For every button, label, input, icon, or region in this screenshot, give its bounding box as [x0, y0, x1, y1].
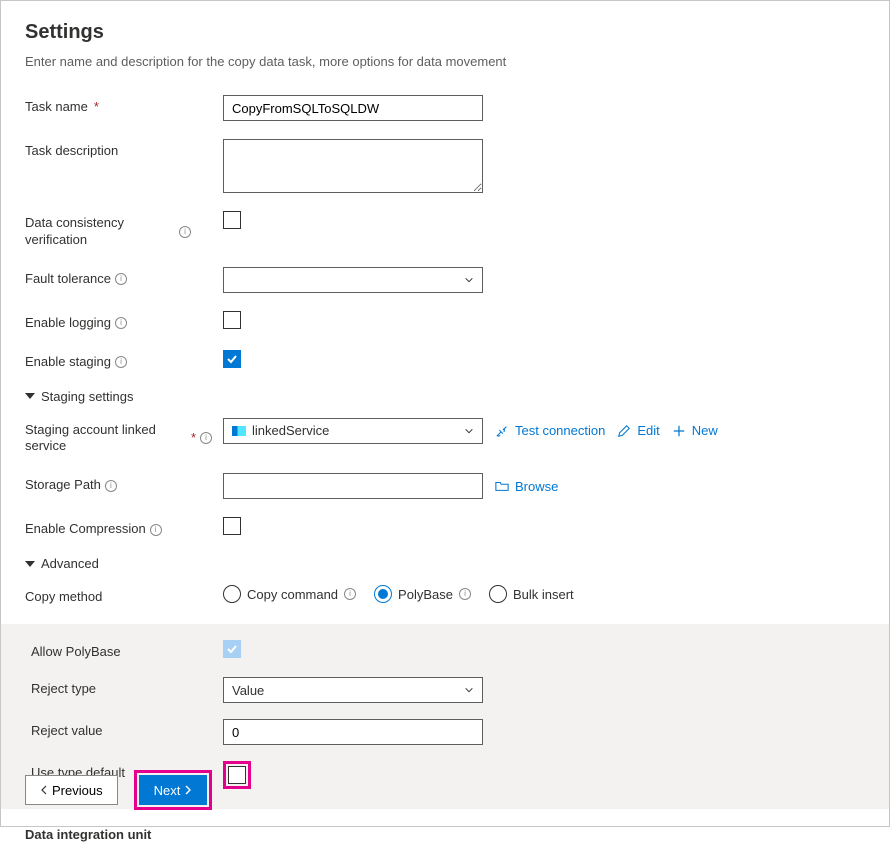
- task-description-input[interactable]: [223, 139, 483, 193]
- storage-path-input[interactable]: [223, 473, 483, 499]
- copy-method-label: Copy method: [25, 585, 223, 606]
- chevron-down-icon: [464, 426, 474, 436]
- copy-command-radio-label: Copy command: [247, 587, 338, 602]
- highlight-box: [223, 761, 251, 789]
- info-icon[interactable]: i: [115, 317, 127, 329]
- staging-linked-service-label: Staging account linked service * i: [25, 418, 223, 456]
- next-button[interactable]: Next: [139, 775, 208, 805]
- caret-down-icon: [25, 393, 35, 399]
- reject-value-label: Reject value: [25, 719, 223, 740]
- reject-value-input[interactable]: [223, 719, 483, 745]
- info-icon[interactable]: i: [344, 588, 356, 600]
- fault-tolerance-label: Fault tolerance i: [25, 267, 223, 288]
- reject-type-label: Reject type: [25, 677, 223, 698]
- enable-staging-checkbox[interactable]: [223, 350, 241, 368]
- bulk-insert-radio[interactable]: [489, 585, 507, 603]
- allow-polybase-label: Allow PolyBase: [25, 640, 223, 661]
- reject-type-select[interactable]: Value: [223, 677, 483, 703]
- info-icon[interactable]: i: [115, 356, 127, 368]
- task-name-label: Task name*: [25, 95, 223, 116]
- task-name-input[interactable]: [223, 95, 483, 121]
- polybase-radio[interactable]: [374, 585, 392, 603]
- check-icon: [226, 643, 238, 655]
- enable-logging-label: Enable logging i: [25, 311, 223, 332]
- info-icon[interactable]: i: [459, 588, 471, 600]
- previous-button[interactable]: Previous: [25, 775, 118, 805]
- info-icon[interactable]: i: [200, 432, 212, 444]
- storage-path-label: Storage Path i: [25, 473, 223, 494]
- folder-icon: [495, 479, 509, 493]
- plus-icon: [672, 424, 686, 438]
- task-description-label: Task description: [25, 139, 223, 160]
- data-consistency-checkbox[interactable]: [223, 211, 241, 229]
- staging-linked-service-select[interactable]: linkedService: [223, 418, 483, 444]
- info-icon[interactable]: i: [150, 524, 162, 536]
- check-icon: [226, 353, 238, 365]
- enable-staging-label: Enable staging i: [25, 350, 223, 371]
- enable-compression-checkbox[interactable]: [223, 517, 241, 535]
- chevron-left-icon: [40, 785, 48, 795]
- allow-polybase-checkbox: [223, 640, 241, 658]
- info-icon[interactable]: i: [179, 226, 191, 238]
- caret-down-icon: [25, 561, 35, 567]
- copy-command-radio[interactable]: [223, 585, 241, 603]
- linked-service-icon: [232, 426, 246, 436]
- edit-button[interactable]: Edit: [617, 423, 659, 438]
- footer: Previous Next: [25, 770, 212, 810]
- required-marker: *: [94, 99, 99, 116]
- chevron-right-icon: [184, 785, 192, 795]
- use-type-default-checkbox[interactable]: [228, 766, 246, 784]
- polybase-radio-label: PolyBase: [398, 587, 453, 602]
- bulk-insert-radio-label: Bulk insert: [513, 587, 574, 602]
- info-icon[interactable]: i: [115, 273, 127, 285]
- staging-settings-toggle[interactable]: Staging settings: [25, 389, 865, 404]
- test-connection-button[interactable]: Test connection: [495, 423, 605, 438]
- browse-button[interactable]: Browse: [495, 479, 558, 494]
- fault-tolerance-select[interactable]: [223, 267, 483, 293]
- enable-logging-checkbox[interactable]: [223, 311, 241, 329]
- highlight-box: Next: [134, 770, 213, 810]
- chevron-down-icon: [464, 685, 474, 695]
- pencil-icon: [617, 424, 631, 438]
- chevron-down-icon: [464, 275, 474, 285]
- data-integration-unit-label: Data integration unit: [25, 827, 865, 842]
- advanced-toggle[interactable]: Advanced: [25, 556, 865, 571]
- page-title: Settings: [25, 21, 865, 44]
- data-consistency-label: Data consistency verification i: [25, 211, 223, 249]
- page-subtitle: Enter name and description for the copy …: [25, 54, 865, 69]
- info-icon[interactable]: i: [105, 480, 117, 492]
- new-button[interactable]: New: [672, 423, 718, 438]
- required-marker: *: [191, 430, 196, 447]
- enable-compression-label: Enable Compression i: [25, 517, 223, 538]
- connection-icon: [495, 424, 509, 438]
